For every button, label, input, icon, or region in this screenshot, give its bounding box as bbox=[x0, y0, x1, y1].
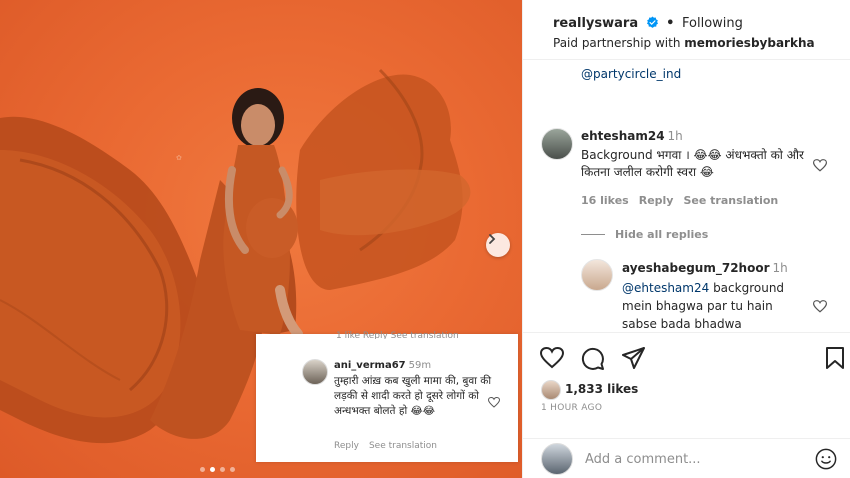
overlay-reply-link[interactable]: Reply bbox=[334, 441, 359, 451]
overlay-comment-username[interactable]: ani_verma67 59m bbox=[334, 360, 431, 371]
post-photo[interactable]: ✿ 1 like Reply See translation ani_verma… bbox=[0, 0, 522, 478]
following-button[interactable]: Following bbox=[682, 16, 743, 31]
overlay-comment-time: 59m bbox=[408, 360, 432, 371]
reply-text: @ehtesham24 background mein bhagwa par t… bbox=[622, 279, 802, 332]
partnership-prefix: Paid partnership with bbox=[553, 36, 685, 50]
avatar[interactable] bbox=[541, 380, 561, 400]
overlay-see-translation-link[interactable]: See translation bbox=[369, 441, 437, 451]
comment-icon[interactable] bbox=[581, 347, 605, 371]
chevron-right-icon bbox=[489, 234, 496, 244]
likes-count[interactable]: 1,833 likes bbox=[565, 382, 638, 396]
reply-time: 1h bbox=[772, 261, 788, 275]
add-comment-bar bbox=[523, 438, 850, 478]
heart-icon[interactable] bbox=[813, 300, 827, 313]
carousel-dots bbox=[200, 467, 235, 472]
partner-link[interactable]: memoriesbybarkha bbox=[684, 36, 814, 50]
comments-list[interactable]: @partycircle_ind ehtesham24 1h Background… bbox=[523, 61, 850, 332]
overlay-cut-row: 1 like Reply See translation bbox=[336, 331, 459, 339]
post-action-bar: 1,833 likes 1 HOUR AGO bbox=[523, 332, 850, 428]
avatar[interactable] bbox=[581, 259, 613, 291]
comment-username[interactable]: ehtesham24 1h bbox=[581, 129, 683, 143]
reply-link[interactable]: Reply bbox=[639, 194, 674, 207]
post-author: reallyswara • Following bbox=[553, 16, 743, 31]
bookmark-icon[interactable] bbox=[825, 347, 845, 369]
reply-username-text[interactable]: ayeshabegum_72hoor bbox=[622, 261, 770, 275]
comment-input[interactable] bbox=[585, 449, 795, 469]
comment-time: 1h bbox=[667, 129, 683, 143]
comment-likes[interactable]: 16 likes bbox=[581, 194, 629, 207]
carousel-dot[interactable] bbox=[230, 467, 235, 472]
carousel-dot[interactable] bbox=[220, 467, 225, 472]
replies-divider bbox=[581, 234, 605, 235]
overlay-comment-text: तुम्हारी आंख़ कब खुली मामा की, बुवा की ल… bbox=[334, 375, 492, 417]
avatar bbox=[541, 443, 573, 475]
post-timestamp: 1 HOUR AGO bbox=[541, 403, 603, 413]
author-username[interactable]: reallyswara bbox=[553, 16, 638, 31]
comment-text: Background भगवा । 😂😂 अंधभक्तो को और कितन… bbox=[581, 148, 804, 179]
instagram-post-window: ✿ 1 like Reply See translation ani_verma… bbox=[0, 0, 850, 478]
avatar[interactable] bbox=[541, 128, 573, 160]
heart-icon[interactable] bbox=[813, 159, 827, 172]
comments-panel: reallyswara • Following Paid partnership… bbox=[522, 0, 850, 478]
next-slide-button[interactable] bbox=[486, 233, 510, 257]
post-header: reallyswara • Following Paid partnership… bbox=[523, 0, 850, 60]
reply-username[interactable]: ayeshabegum_72hoor 1h bbox=[622, 261, 788, 275]
carousel-dot[interactable] bbox=[210, 467, 215, 472]
caption-mention[interactable]: @partycircle_ind bbox=[581, 67, 681, 81]
see-translation-link[interactable]: See translation bbox=[683, 194, 778, 207]
overlay-comment-card: 1 like Reply See translation ani_verma67… bbox=[256, 331, 518, 462]
header-separator: • bbox=[666, 16, 675, 31]
share-icon[interactable] bbox=[622, 347, 646, 369]
comment-username-text[interactable]: ehtesham24 bbox=[581, 129, 665, 143]
paid-partnership-label: Paid partnership with memoriesbybarkha bbox=[553, 36, 815, 50]
emoji-icon[interactable] bbox=[815, 448, 837, 470]
overlay-username-text[interactable]: ani_verma67 bbox=[334, 360, 406, 371]
overlay-comment-actions: Reply See translation bbox=[334, 441, 447, 451]
comment-meta: 16 likes Reply See translation bbox=[581, 194, 788, 207]
carousel-dot[interactable] bbox=[200, 467, 205, 472]
svg-text:✿: ✿ bbox=[176, 154, 182, 162]
heart-icon[interactable] bbox=[488, 397, 500, 408]
avatar[interactable] bbox=[302, 359, 328, 385]
reply-mention[interactable]: @ehtesham24 bbox=[622, 281, 709, 295]
verified-icon bbox=[646, 16, 658, 28]
hide-replies-button[interactable]: Hide all replies bbox=[615, 228, 708, 241]
heart-icon[interactable] bbox=[540, 347, 564, 369]
